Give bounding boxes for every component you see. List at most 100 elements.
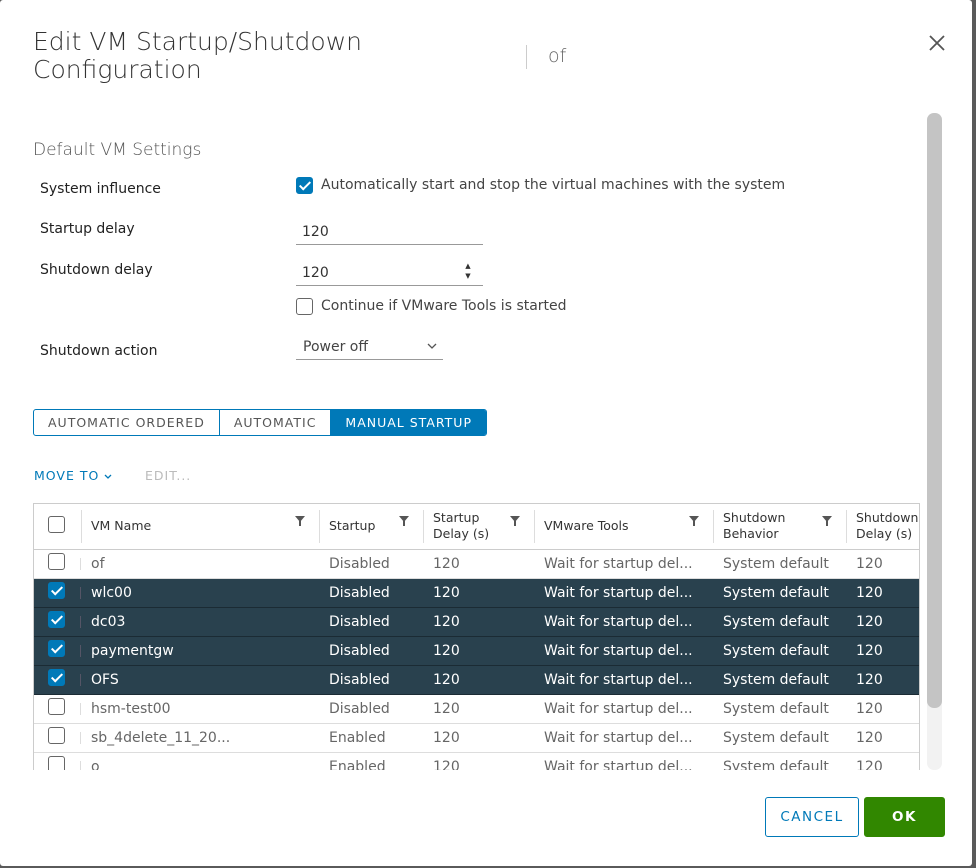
table-cell: Wait for startup del... <box>534 636 713 666</box>
column-label: Startup Delay (s) <box>433 510 490 542</box>
table-row[interactable]: dc03 Disabled 120 Wait for startup del... Sy… <box>34 607 919 637</box>
column-shutdown-delay[interactable]: Shutdown Delay (s) <box>846 504 919 550</box>
continue-tools-checkbox[interactable] <box>296 298 313 315</box>
filter-icon[interactable] <box>510 516 520 526</box>
filter-icon[interactable] <box>689 516 699 526</box>
shutdown-delay-label: Shutdown delay <box>40 262 153 278</box>
move-to-button[interactable]: MOVE TO <box>34 468 112 483</box>
table-cell: o <box>81 752 319 770</box>
table-cell: Wait for startup del... <box>534 549 713 579</box>
table-cell: 120 <box>846 549 919 579</box>
table-cell: System default <box>713 636 846 666</box>
column-startup[interactable]: Startup <box>319 504 423 550</box>
table-row[interactable]: paymentgw Disabled 120 Wait for startup del… <box>34 636 919 666</box>
section-heading: Default VM Settings <box>33 140 202 160</box>
continue-tools-text: Continue if VMware Tools is started <box>321 298 567 314</box>
row-select-cell <box>34 665 81 695</box>
table-cell: 120 <box>423 578 534 608</box>
table-cell: System default <box>713 549 846 579</box>
select-all-checkbox[interactable] <box>48 515 65 533</box>
table-cell: 120 <box>846 607 919 637</box>
column-label: VMware Tools <box>544 518 629 534</box>
chevron-down-icon <box>104 474 112 479</box>
table-row[interactable]: OFS Disabled 120 Wait for startup del... Sys… <box>34 665 919 695</box>
row-checkbox[interactable] <box>48 698 65 715</box>
table-row[interactable]: sb_4delete_11_20... Enabled 120 Wait for st… <box>34 723 919 753</box>
row-checkbox[interactable] <box>48 640 65 657</box>
startup-mode-tabs: AUTOMATIC ORDERED AUTOMATIC MANUAL START… <box>33 409 487 436</box>
shutdown-action-value: Power off <box>303 339 368 355</box>
startup-delay-input[interactable] <box>296 220 483 245</box>
table-cell: Enabled <box>319 723 423 753</box>
startup-delay-label: Startup delay <box>40 221 135 237</box>
row-checkbox[interactable] <box>48 727 65 744</box>
system-influence-text: Automatically start and stop the virtual… <box>321 177 786 193</box>
row-select-cell <box>34 607 81 637</box>
table-cell: System default <box>713 752 846 770</box>
table-row[interactable]: wlc00 Disabled 120 Wait for startup del... S… <box>34 578 919 608</box>
column-label: VM Name <box>91 518 152 534</box>
column-label: Shutdown Delay (s) <box>856 510 919 542</box>
filter-icon[interactable] <box>399 516 409 526</box>
table-cell: 120 <box>423 549 534 579</box>
column-startup-delay[interactable]: Startup Delay (s) <box>423 504 534 550</box>
table-cell: sb_4delete_11_20... <box>81 723 319 753</box>
filter-icon[interactable] <box>822 516 832 526</box>
filter-icon[interactable] <box>295 516 305 526</box>
table-cell: 120 <box>846 665 919 695</box>
shutdown-delay-input[interactable] <box>296 261 483 286</box>
vm-table: VM Name Startup Startup Delay (s) VMware… <box>33 503 920 770</box>
row-checkbox[interactable] <box>48 669 65 686</box>
table-row[interactable]: of Disabled 120 Wait for startup del... Syst… <box>34 549 919 579</box>
column-vm-name[interactable]: VM Name <box>81 504 319 550</box>
shutdown-action-select[interactable]: Power off <box>296 335 443 360</box>
edit-button[interactable]: EDIT... <box>145 468 191 483</box>
table-row[interactable]: o Enabled 120 Wait for startup del... System… <box>34 752 919 770</box>
move-to-label: MOVE TO <box>34 468 100 483</box>
table-cell: 120 <box>423 723 534 753</box>
close-icon[interactable] <box>926 32 948 54</box>
table-cell: System default <box>713 607 846 637</box>
table-cell: System default <box>713 578 846 608</box>
table-cell: Wait for startup del... <box>534 723 713 753</box>
tab-manual-startup[interactable]: MANUAL STARTUP <box>331 410 486 435</box>
shutdown-action-label: Shutdown action <box>40 343 158 359</box>
table-cell: 120 <box>423 752 534 770</box>
column-label: Startup <box>329 518 376 534</box>
row-checkbox[interactable] <box>48 611 65 628</box>
edit-vm-startup-dialog: Edit VM Startup/Shutdown Configuration o… <box>0 0 972 866</box>
row-checkbox[interactable] <box>48 756 65 770</box>
tab-automatic-ordered[interactable]: AUTOMATIC ORDERED <box>34 410 220 435</box>
cancel-button[interactable]: CANCEL <box>765 797 859 837</box>
system-influence-label: System influence <box>40 181 161 197</box>
row-select-cell <box>34 694 81 724</box>
table-cell: Enabled <box>319 752 423 770</box>
table-cell: 120 <box>846 694 919 724</box>
shutdown-delay-stepper[interactable]: ▲ ▼ <box>461 261 475 283</box>
table-cell: paymentgw <box>81 636 319 666</box>
table-cell: System default <box>713 723 846 753</box>
table-row[interactable]: hsm-test00 Disabled 120 Wait for startup de… <box>34 694 919 724</box>
table-cell: 120 <box>846 578 919 608</box>
table-cell: Wait for startup del... <box>534 694 713 724</box>
ok-button[interactable]: OK <box>864 797 945 837</box>
column-vmware-tools[interactable]: VMware Tools <box>534 504 713 550</box>
table-cell: 120 <box>846 752 919 770</box>
table-cell: of <box>81 549 319 579</box>
row-checkbox[interactable] <box>48 582 65 599</box>
row-select-cell <box>34 723 81 753</box>
tab-automatic[interactable]: AUTOMATIC <box>220 410 332 435</box>
scrollbar-thumb[interactable] <box>927 113 942 708</box>
table-cell: Wait for startup del... <box>534 752 713 770</box>
table-cell: Disabled <box>319 578 423 608</box>
table-cell: Disabled <box>319 694 423 724</box>
row-select-cell <box>34 578 81 608</box>
column-shutdown-behavior[interactable]: Shutdown Behavior <box>713 504 846 550</box>
system-influence-checkbox[interactable] <box>296 177 313 194</box>
title-divider <box>526 45 527 69</box>
table-cell: OFS <box>81 665 319 695</box>
row-select-cell <box>34 549 81 579</box>
table-cell: System default <box>713 665 846 695</box>
table-cell: Wait for startup del... <box>534 665 713 695</box>
row-checkbox[interactable] <box>48 553 65 570</box>
